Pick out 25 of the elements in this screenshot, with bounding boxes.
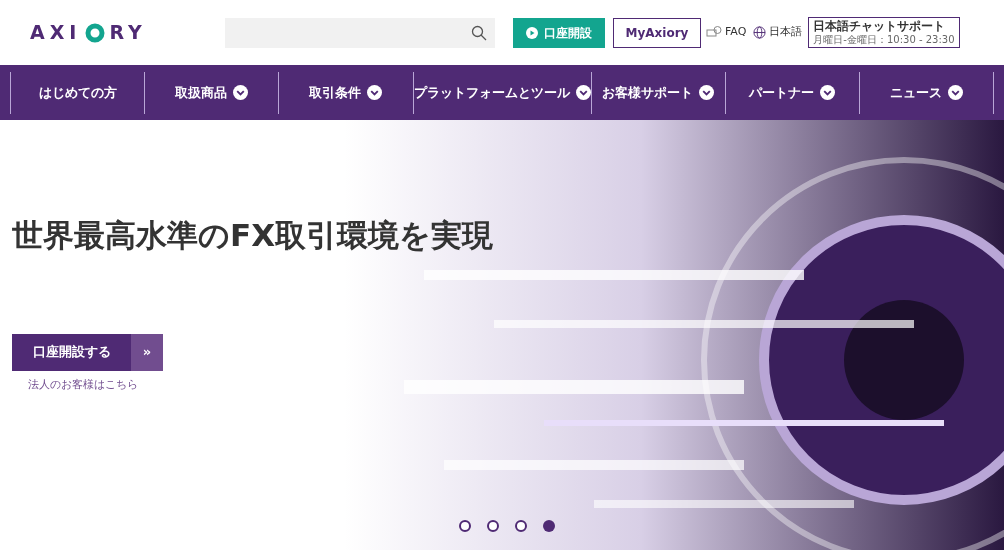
search-icon bbox=[471, 24, 487, 41]
corporate-link[interactable]: 法人のお客様はこちら bbox=[28, 376, 1004, 393]
nav-item[interactable]: お客様サポート bbox=[591, 82, 725, 103]
support-panel[interactable]: 日本語チャットサポート 月曜日-金曜日：10:30 - 23:30 bbox=[808, 16, 960, 49]
faq-link[interactable]: FAQ bbox=[725, 24, 747, 41]
support-hours: 月曜日-金曜日：10:30 - 23:30 bbox=[813, 33, 955, 47]
hero-headline: 世界最高水準のFX取引環境を実現 bbox=[12, 216, 495, 255]
language-link[interactable]: 日本語 bbox=[769, 24, 803, 41]
logo-text[interactable]: RY bbox=[109, 18, 147, 47]
nav-item[interactable]: はじめての方 bbox=[11, 82, 145, 103]
arrow-button[interactable]: » bbox=[131, 333, 163, 371]
nav-item[interactable]: 取扱商品 bbox=[145, 82, 279, 103]
my-account-button[interactable]: MyAxiory bbox=[613, 17, 701, 48]
nav-item[interactable]: パートナー bbox=[725, 82, 859, 103]
chat-icon bbox=[706, 25, 722, 40]
logo-text[interactable]: AXI bbox=[30, 18, 82, 47]
nav-item[interactable]: ニュース bbox=[859, 82, 994, 103]
nav-item[interactable]: 取引条件 bbox=[279, 82, 413, 103]
open-account-button[interactable]: 口座開設する bbox=[12, 333, 131, 371]
support-title: 日本語チャットサポート bbox=[813, 18, 947, 34]
logo-icon bbox=[85, 22, 106, 43]
nav-item[interactable]: プラットフォームとツール bbox=[413, 82, 591, 103]
play-icon bbox=[526, 26, 538, 39]
search-field[interactable] bbox=[225, 17, 495, 48]
globe-icon bbox=[753, 26, 767, 39]
